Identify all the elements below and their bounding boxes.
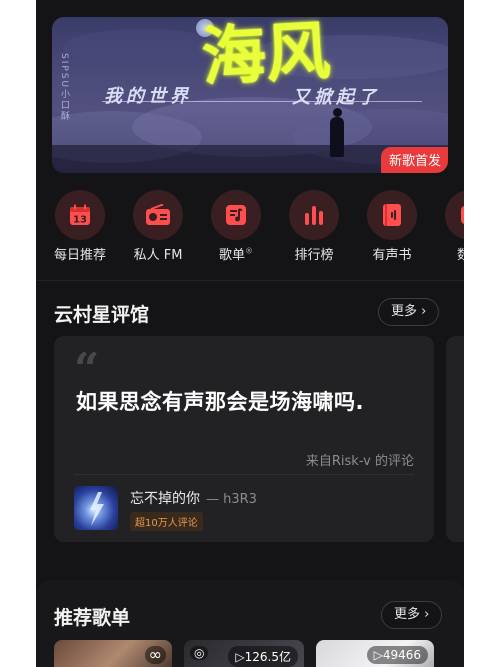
app-screen: SIPSU小口酥 我的世界 又掀起了 海风 新歌首发 13 每日推荐 私人 FM… [36, 0, 464, 667]
playlist-card[interactable]: ▷49466 [316, 640, 434, 667]
playlists-more-button[interactable]: 更多 › [381, 601, 443, 629]
play-icon: ▷ [235, 650, 245, 664]
more-label: 更多 [391, 304, 418, 319]
quick-digital[interactable]: 数字 [431, 190, 464, 263]
quick-label: 歌单® [218, 246, 253, 263]
quick-daily-recommend[interactable]: 13 每日推荐 [41, 190, 119, 263]
quick-actions-row: 13 每日推荐 私人 FM 歌单® 排行榜 有声书 数 [36, 190, 464, 270]
playlist-card[interactable]: ◎ ▷126.5亿 [184, 640, 304, 667]
reviews-section-title: 云村星评馆 [54, 304, 150, 326]
play-count-badge: ▷49466 [366, 646, 428, 664]
digital-icon [445, 190, 464, 240]
banner-title: 海风 [200, 17, 332, 96]
chevron-right-icon: › [424, 607, 430, 622]
banner-tag: 新歌首发 [380, 147, 448, 173]
review-divider [74, 474, 414, 475]
review-source: 来自Risk-v 的评论 [305, 454, 414, 469]
quick-label: 有声书 [372, 248, 412, 263]
review-card[interactable]: “ 如果思念有声那会是场海啸吗. 来自Risk-v 的评论 忘不掉的你 — h3R… [54, 336, 434, 542]
song-name: 忘不掉的你 [130, 491, 200, 507]
quick-playlist[interactable]: 歌单® [197, 190, 275, 263]
review-text: 如果思念有声那会是场海啸吗. [76, 390, 364, 414]
song-artist: — h3R3 [206, 492, 257, 507]
banner-subtitle-left: 我的世界 [104, 86, 192, 107]
playlist-card[interactable]: ∞ [54, 640, 172, 667]
quick-private-fm[interactable]: 私人 FM [119, 190, 197, 263]
quick-label: 每日推荐 [53, 248, 106, 263]
netease-logo-icon: ◎ [190, 646, 209, 660]
banner-artist-text: SIPSU小口酥 [59, 53, 69, 123]
silhouette-figure [330, 108, 344, 157]
radio-icon [133, 190, 183, 240]
more-label: 更多 [394, 607, 421, 622]
audiobook-icon [367, 190, 417, 240]
playlist-icon [211, 190, 261, 240]
comment-count-badge: 超10万人评论 [130, 512, 203, 531]
section-divider [36, 280, 464, 281]
quick-audiobook[interactable]: 有声书 [353, 190, 431, 263]
svg-text:13: 13 [73, 215, 87, 226]
play-count-badge: ▷126.5亿 [228, 646, 298, 667]
song-title-line[interactable]: 忘不掉的你 — h3R3 [130, 488, 257, 508]
infinity-icon: ∞ [144, 646, 166, 664]
playlists-section-title: 推荐歌单 [54, 607, 131, 629]
play-icon: ▷ [373, 648, 383, 662]
quick-label: 排行榜 [294, 248, 334, 263]
chevron-right-icon: › [421, 304, 427, 319]
next-review-card[interactable] [446, 336, 464, 542]
song-cover-art[interactable] [74, 486, 118, 530]
registered-mark: ® [245, 246, 253, 256]
calendar-icon: 13 [55, 190, 105, 240]
quick-label: 数字 [456, 248, 464, 263]
chart-bars-icon [289, 190, 339, 240]
quick-label: 私人 FM [133, 248, 183, 263]
hero-banner[interactable]: SIPSU小口酥 我的世界 又掀起了 海风 新歌首发 [52, 17, 448, 173]
quick-charts[interactable]: 排行榜 [275, 190, 353, 263]
reviews-more-button[interactable]: 更多 › [378, 298, 440, 326]
